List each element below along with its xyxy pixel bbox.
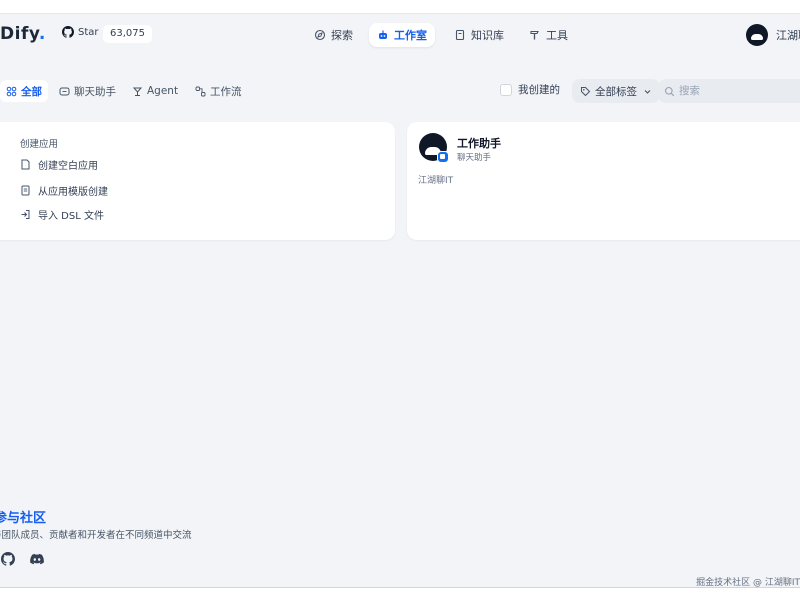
nav-label: 知识库 bbox=[471, 29, 504, 42]
nav-item-studio[interactable]: 工作室 bbox=[369, 23, 435, 47]
github-icon bbox=[1, 552, 16, 566]
create-app-title: 创建应用 bbox=[20, 139, 59, 150]
hammer-icon bbox=[530, 30, 539, 40]
community-description: 与团队成员、贡献者和开发者在不同频道中交流 bbox=[0, 530, 192, 541]
tab-label: Agent bbox=[147, 85, 179, 97]
search-icon bbox=[664, 86, 675, 96]
create-app-card: 创建应用 创建空白应用 从应用模版创建 导入 DSL 文件 bbox=[0, 122, 395, 240]
create-blank-app-button[interactable]: 创建空白应用 bbox=[20, 157, 98, 172]
nav-item-knowledge[interactable]: 知识库 bbox=[446, 23, 512, 47]
tab-agent[interactable]: Agent bbox=[126, 80, 184, 102]
github-link[interactable] bbox=[1, 552, 16, 566]
tab-chat-assistant[interactable]: 聊天助手 bbox=[53, 80, 122, 102]
discord-icon bbox=[30, 553, 44, 565]
agent-icon bbox=[132, 87, 143, 96]
filter-bar: 全部 聊天助手 Agent 工作流 我创建的 全部标签 bbox=[0, 79, 800, 104]
tab-label: 聊天助手 bbox=[74, 85, 116, 98]
create-item-label: 导入 DSL 文件 bbox=[38, 211, 104, 222]
app-window: Dify. Star 63,075 探索 工作室 知识库 工具 江湖 全部 聊天… bbox=[0, 13, 800, 588]
tab-label: 工作流 bbox=[210, 85, 242, 98]
nav-label: 工作室 bbox=[394, 29, 427, 42]
nav-label: 工具 bbox=[546, 29, 568, 42]
avatar bbox=[746, 24, 768, 46]
create-item-label: 从应用模版创建 bbox=[38, 187, 108, 198]
tab-label: 全部 bbox=[21, 85, 42, 98]
robot-icon bbox=[379, 30, 387, 39]
nav-label: 探索 bbox=[331, 29, 353, 42]
chat-bubble-icon bbox=[59, 87, 70, 95]
main-nav: 探索 工作室 知识库 工具 bbox=[0, 23, 800, 47]
import-dsl-button[interactable]: 导入 DSL 文件 bbox=[20, 207, 104, 222]
top-header: Dify. Star 63,075 探索 工作室 知识库 工具 江湖 bbox=[0, 14, 800, 56]
tags-filter-dropdown[interactable]: 全部标签 bbox=[572, 79, 660, 103]
search-input[interactable] bbox=[679, 85, 799, 97]
user-name: 江湖聊IT bbox=[776, 29, 800, 42]
book-icon bbox=[455, 29, 465, 41]
app-card[interactable]: 工作助手 聊天助手 江湖聊IT bbox=[407, 122, 800, 240]
tag-icon bbox=[581, 86, 591, 96]
user-menu[interactable]: 江湖聊IT bbox=[746, 24, 800, 46]
tags-label: 全部标签 bbox=[595, 85, 637, 98]
tab-workflow[interactable]: 工作流 bbox=[189, 80, 248, 102]
watermark: 掘金技术社区 @ 江湖聊IT bbox=[696, 578, 800, 588]
community-title: 参与社区 bbox=[0, 511, 47, 526]
grid-icon bbox=[6, 86, 17, 96]
create-from-template-button[interactable]: 从应用模版创建 bbox=[20, 183, 108, 198]
create-item-label: 创建空白应用 bbox=[38, 161, 98, 172]
checkbox-box[interactable] bbox=[500, 83, 512, 96]
app-description: 江湖聊IT bbox=[418, 176, 454, 186]
app-type: 聊天助手 bbox=[457, 153, 492, 163]
blank-file-icon bbox=[21, 159, 30, 170]
explore-icon bbox=[314, 29, 326, 41]
template-icon bbox=[21, 185, 30, 196]
search-box[interactable] bbox=[658, 79, 800, 103]
chat-app-badge-icon bbox=[437, 151, 449, 163]
tab-all[interactable]: 全部 bbox=[0, 80, 48, 102]
app-name: 工作助手 bbox=[457, 137, 501, 150]
import-icon bbox=[21, 210, 30, 219]
discord-link[interactable] bbox=[30, 552, 44, 566]
workflow-icon bbox=[195, 86, 206, 96]
checkbox-label: 我创建的 bbox=[518, 84, 560, 96]
nav-item-tools[interactable]: 工具 bbox=[521, 23, 576, 47]
chevron-down-icon bbox=[644, 89, 651, 94]
created-by-me-checkbox[interactable]: 我创建的 bbox=[500, 82, 560, 97]
nav-item-explore[interactable]: 探索 bbox=[306, 23, 361, 47]
